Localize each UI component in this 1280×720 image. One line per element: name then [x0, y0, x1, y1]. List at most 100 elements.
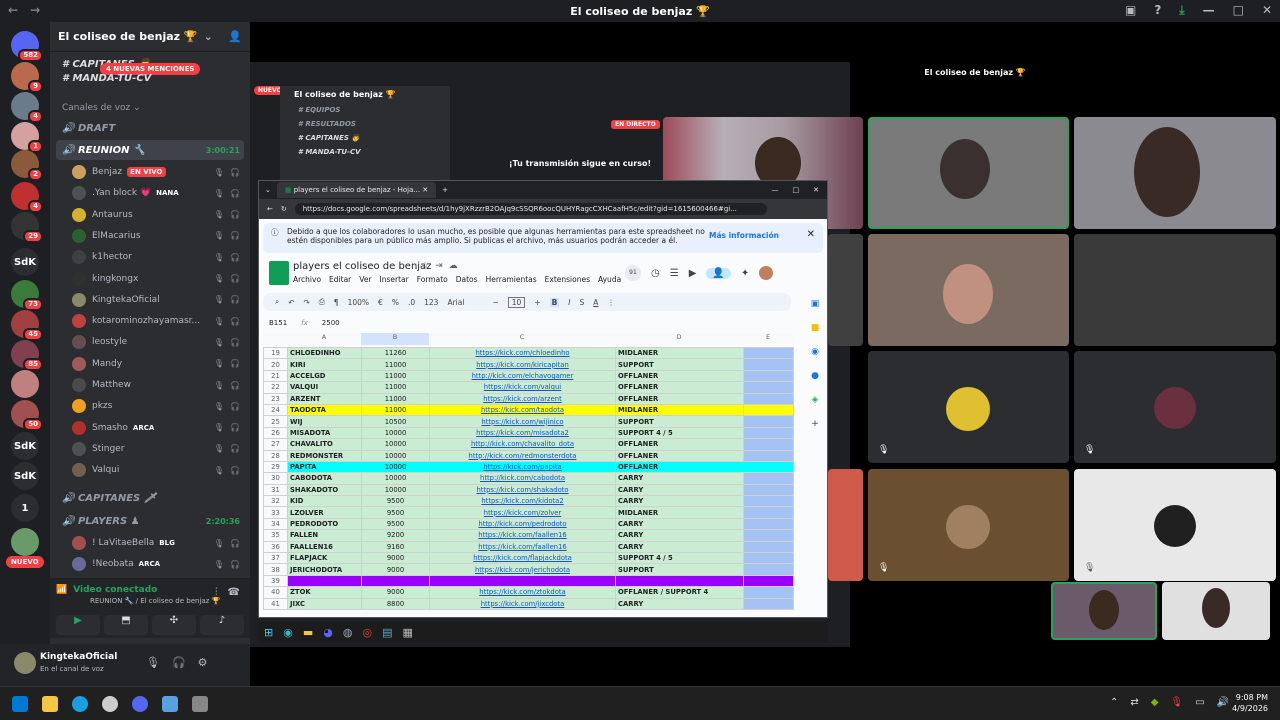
voice-user[interactable]: Benjaz EN VIVO 🎙 🎧: [72, 162, 244, 182]
close-button[interactable]: ✕: [813, 186, 819, 194]
font-select[interactable]: Arial: [447, 298, 483, 307]
cell[interactable]: REDMONSTER: [287, 449, 362, 462]
cell[interactable]: CARRY: [615, 540, 744, 554]
cell[interactable]: KID: [287, 495, 362, 508]
cell[interactable]: [429, 574, 616, 588]
cell[interactable]: 8800: [361, 597, 430, 611]
edge-icon[interactable]: [72, 696, 88, 712]
add-member-icon[interactable]: 👤: [228, 30, 242, 43]
microphone-icon[interactable]: 🎙: [146, 656, 160, 669]
calculator-icon[interactable]: [192, 696, 208, 712]
voice-channel-capitanes[interactable]: 🔊 CAPITANES 🗡: [56, 488, 244, 508]
cell[interactable]: OFFLANER: [615, 369, 744, 383]
cell[interactable]: [743, 540, 794, 554]
discord-icon[interactable]: [132, 696, 148, 712]
move-icon[interactable]: ⇥: [435, 261, 443, 271]
cell[interactable]: https://kick.com/ztokdota: [429, 586, 616, 599]
clock[interactable]: 9:08 PM 4/9/2026: [1232, 692, 1268, 714]
video-tile-5[interactable]: [1074, 234, 1276, 346]
voice-user[interactable]: !Neobata ARCA 🎙 🎧: [72, 554, 244, 574]
cell[interactable]: http://kick.com/chavalito_dota: [429, 438, 616, 451]
decimal-icon[interactable]: .0: [408, 298, 415, 307]
server-icon[interactable]: [11, 370, 39, 398]
download-icon[interactable]: ⤓: [1179, 3, 1184, 18]
cell[interactable]: https://kick.com/arzent: [429, 392, 616, 405]
cell[interactable]: 10000: [361, 449, 430, 462]
comments-icon[interactable]: ☰: [670, 268, 679, 279]
server-icon[interactable]: 4: [11, 92, 43, 123]
minimize-button[interactable]: —: [772, 186, 779, 194]
maps-icon[interactable]: ◈: [812, 395, 819, 405]
cell[interactable]: CABODOTA: [287, 472, 362, 485]
inner-channel-resultados[interactable]: # RESULTADOS: [280, 117, 450, 131]
maximize-button[interactable]: □: [1233, 3, 1244, 18]
voice-user[interactable]: Antaurus 🎙 🎧: [72, 205, 244, 225]
cell[interactable]: [361, 574, 430, 588]
redo-icon[interactable]: ↷: [304, 298, 310, 307]
cell[interactable]: ARZENT: [287, 392, 362, 405]
calculator-icon[interactable]: ▦: [402, 626, 412, 639]
chrome-icon[interactable]: [102, 696, 118, 712]
cell[interactable]: MIDLANER: [615, 506, 744, 519]
cell[interactable]: 11000: [361, 369, 430, 383]
cell[interactable]: http://kick.com/cabodota: [429, 472, 616, 485]
help-icon[interactable]: ?: [1154, 3, 1161, 18]
inner-channel-capitanes[interactable]: # CAPITANES 👨: [280, 131, 450, 145]
cell[interactable]: https://kick.com/wijinico: [429, 415, 616, 428]
zoom-select[interactable]: 100%: [348, 298, 369, 307]
text-color-icon[interactable]: A: [593, 298, 598, 307]
voice-user[interactable]: k1hector 🎙 🎧: [72, 247, 244, 267]
close-button[interactable]: ✕: [1262, 3, 1272, 18]
font-size-input[interactable]: 10: [507, 296, 526, 308]
volume-icon[interactable]: 🔊: [1217, 697, 1229, 708]
chevron-down-icon[interactable]: ⌄: [204, 30, 213, 43]
cell[interactable]: [743, 495, 794, 508]
video-tile-9[interactable]: 🎙: [1074, 469, 1276, 581]
cell[interactable]: JERICHODOTA: [287, 563, 362, 576]
file-explorer-icon[interactable]: [42, 696, 58, 712]
voice-user[interactable]: kingkongx 🎙 🎧: [72, 269, 244, 289]
voice-channel-draft[interactable]: 🔊 DRAFT: [56, 118, 244, 138]
soundboard-button[interactable]: ♪: [200, 615, 244, 635]
cell[interactable]: https://kick.com/faallen16: [429, 540, 616, 554]
cell[interactable]: [287, 574, 362, 588]
cell[interactable]: [743, 449, 794, 462]
cell[interactable]: PAPITA: [287, 460, 362, 474]
cell[interactable]: https://kick.com/papita: [429, 460, 616, 474]
network-icon[interactable]: ▭: [1195, 697, 1204, 708]
server-icon[interactable]: SdK: [11, 462, 39, 490]
voice-channel-reunion[interactable]: 🔊 REUNION 🔧 3:00:21: [56, 140, 244, 160]
add-icon[interactable]: +: [811, 419, 819, 429]
cell[interactable]: 10000: [361, 483, 430, 497]
voice-user[interactable]: Stinger 🎙 🎧: [72, 439, 244, 459]
voice-channel-path[interactable]: REUNION 🔧 / El coliseo de benjaz 🏆: [90, 597, 220, 605]
server-icon[interactable]: 582: [11, 31, 43, 62]
url-input[interactable]: https://docs.google.com/spreadsheets/d/1…: [294, 203, 767, 215]
video-tile-8[interactable]: 🎙: [868, 469, 1069, 581]
maximize-button[interactable]: □: [793, 186, 800, 194]
cell[interactable]: 9500: [361, 495, 430, 508]
cell[interactable]: CARRY: [615, 597, 744, 611]
video-tile-6[interactable]: 🎙: [868, 351, 1069, 463]
document-title[interactable]: players el coliseo de benjaz: [293, 261, 431, 272]
server-icon[interactable]: SdK: [11, 248, 39, 276]
close-icon[interactable]: ✕: [807, 229, 815, 240]
voice-channel-players[interactable]: 🔊 PLAYERS ♟ 2:20:36: [56, 511, 244, 531]
cell[interactable]: OFFLANER: [615, 460, 744, 474]
self-video-preview[interactable]: [1051, 582, 1157, 640]
cell[interactable]: https://kick.com/zolver: [429, 506, 616, 519]
share-icon[interactable]: 👤: [706, 267, 731, 279]
cell[interactable]: OFFLANER: [615, 392, 744, 405]
edge-icon[interactable]: ◉: [283, 626, 293, 639]
notepad-icon[interactable]: [162, 696, 178, 712]
cell[interactable]: http://kick.com/redmonsterdota: [429, 449, 616, 462]
cell[interactable]: [743, 381, 794, 394]
cell[interactable]: 9500: [361, 517, 430, 531]
notepad-icon[interactable]: ▤: [382, 626, 392, 639]
chevron-up-icon[interactable]: ⌃: [1110, 697, 1118, 708]
cell[interactable]: 9500: [361, 506, 430, 519]
print-icon[interactable]: ⎙: [319, 297, 325, 307]
menu-herramientas[interactable]: Herramientas: [486, 275, 537, 284]
steam-icon[interactable]: ◍: [343, 626, 353, 639]
cell[interactable]: [743, 358, 794, 371]
